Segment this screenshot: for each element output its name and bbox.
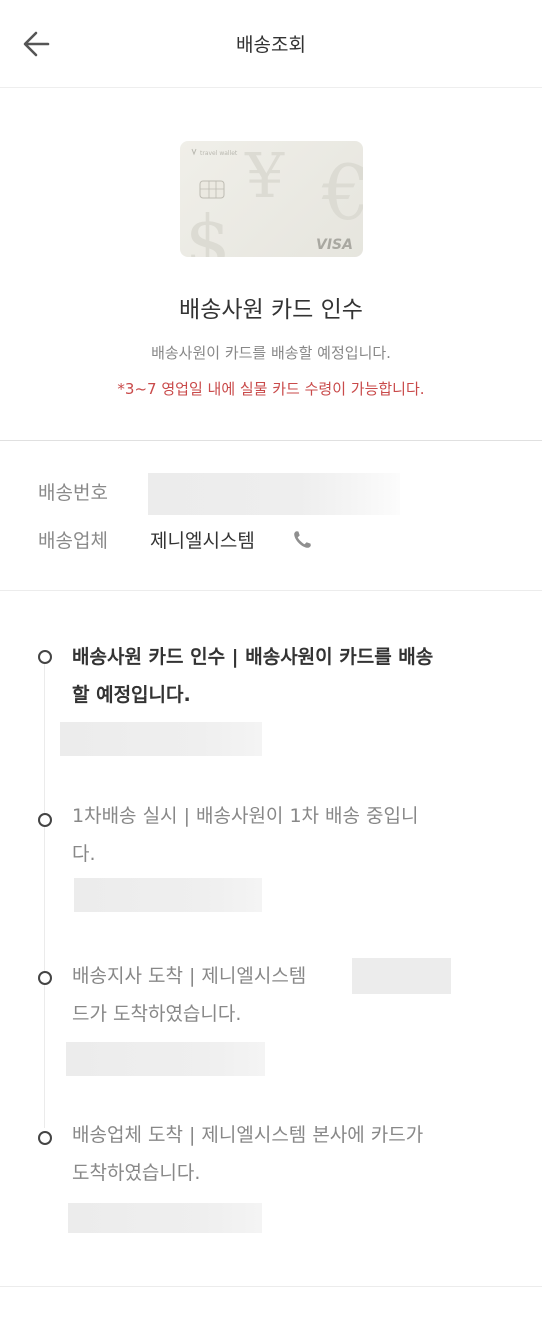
divider	[0, 590, 542, 591]
timeline-item-text: 배송사원 카드 인수 | 배송사원이 카드를 배송 할 예정입니다.	[72, 646, 434, 706]
timeline-item-text: 배송업체 도착 | 제니엘시스템 본사에 카드가 도착하였습니다.	[72, 1124, 424, 1184]
svg-text:$: $	[185, 200, 231, 257]
carrier-value: 제니엘시스템	[150, 530, 255, 552]
status-title: 배송사원 카드 인수	[179, 297, 363, 323]
timeline-dot	[38, 650, 52, 664]
divider	[0, 1286, 542, 1287]
branch-name-redacted	[352, 958, 451, 994]
timeline-date-redacted	[74, 878, 262, 912]
divider	[0, 440, 542, 441]
page-title: 배송조회	[236, 34, 306, 56]
timeline-date-redacted	[68, 1203, 262, 1233]
timeline-date-redacted	[60, 722, 262, 756]
header: 배송조회	[0, 0, 542, 88]
timeline-dot	[38, 813, 52, 827]
timeline-dot	[38, 971, 52, 985]
card-brand-text: travel wallet	[200, 150, 238, 157]
svg-text:€: €	[321, 148, 363, 237]
timeline-item-text: 1차배송 실시 | 배송사원이 1차 배송 중입니 다.	[72, 805, 419, 865]
phone-icon[interactable]	[290, 528, 314, 552]
tracking-number-redacted	[148, 473, 400, 515]
timeline-dot	[38, 1131, 52, 1145]
card-network-logo: VISA	[316, 237, 353, 253]
carrier-label: 배송업체	[38, 530, 108, 552]
status-description: 배송사원이 카드를 배송할 예정입니다.	[151, 344, 391, 362]
status-note: *3~7 영업일 내에 실물 카드 수령이 가능합니다.	[117, 380, 425, 398]
svg-text:¥: ¥	[244, 141, 285, 212]
card-image: travel wallet ¥ € $ VISA	[180, 141, 363, 257]
timeline-line	[44, 662, 45, 1128]
timeline-date-redacted	[66, 1042, 265, 1076]
tracking-label: 배송번호	[38, 482, 108, 504]
